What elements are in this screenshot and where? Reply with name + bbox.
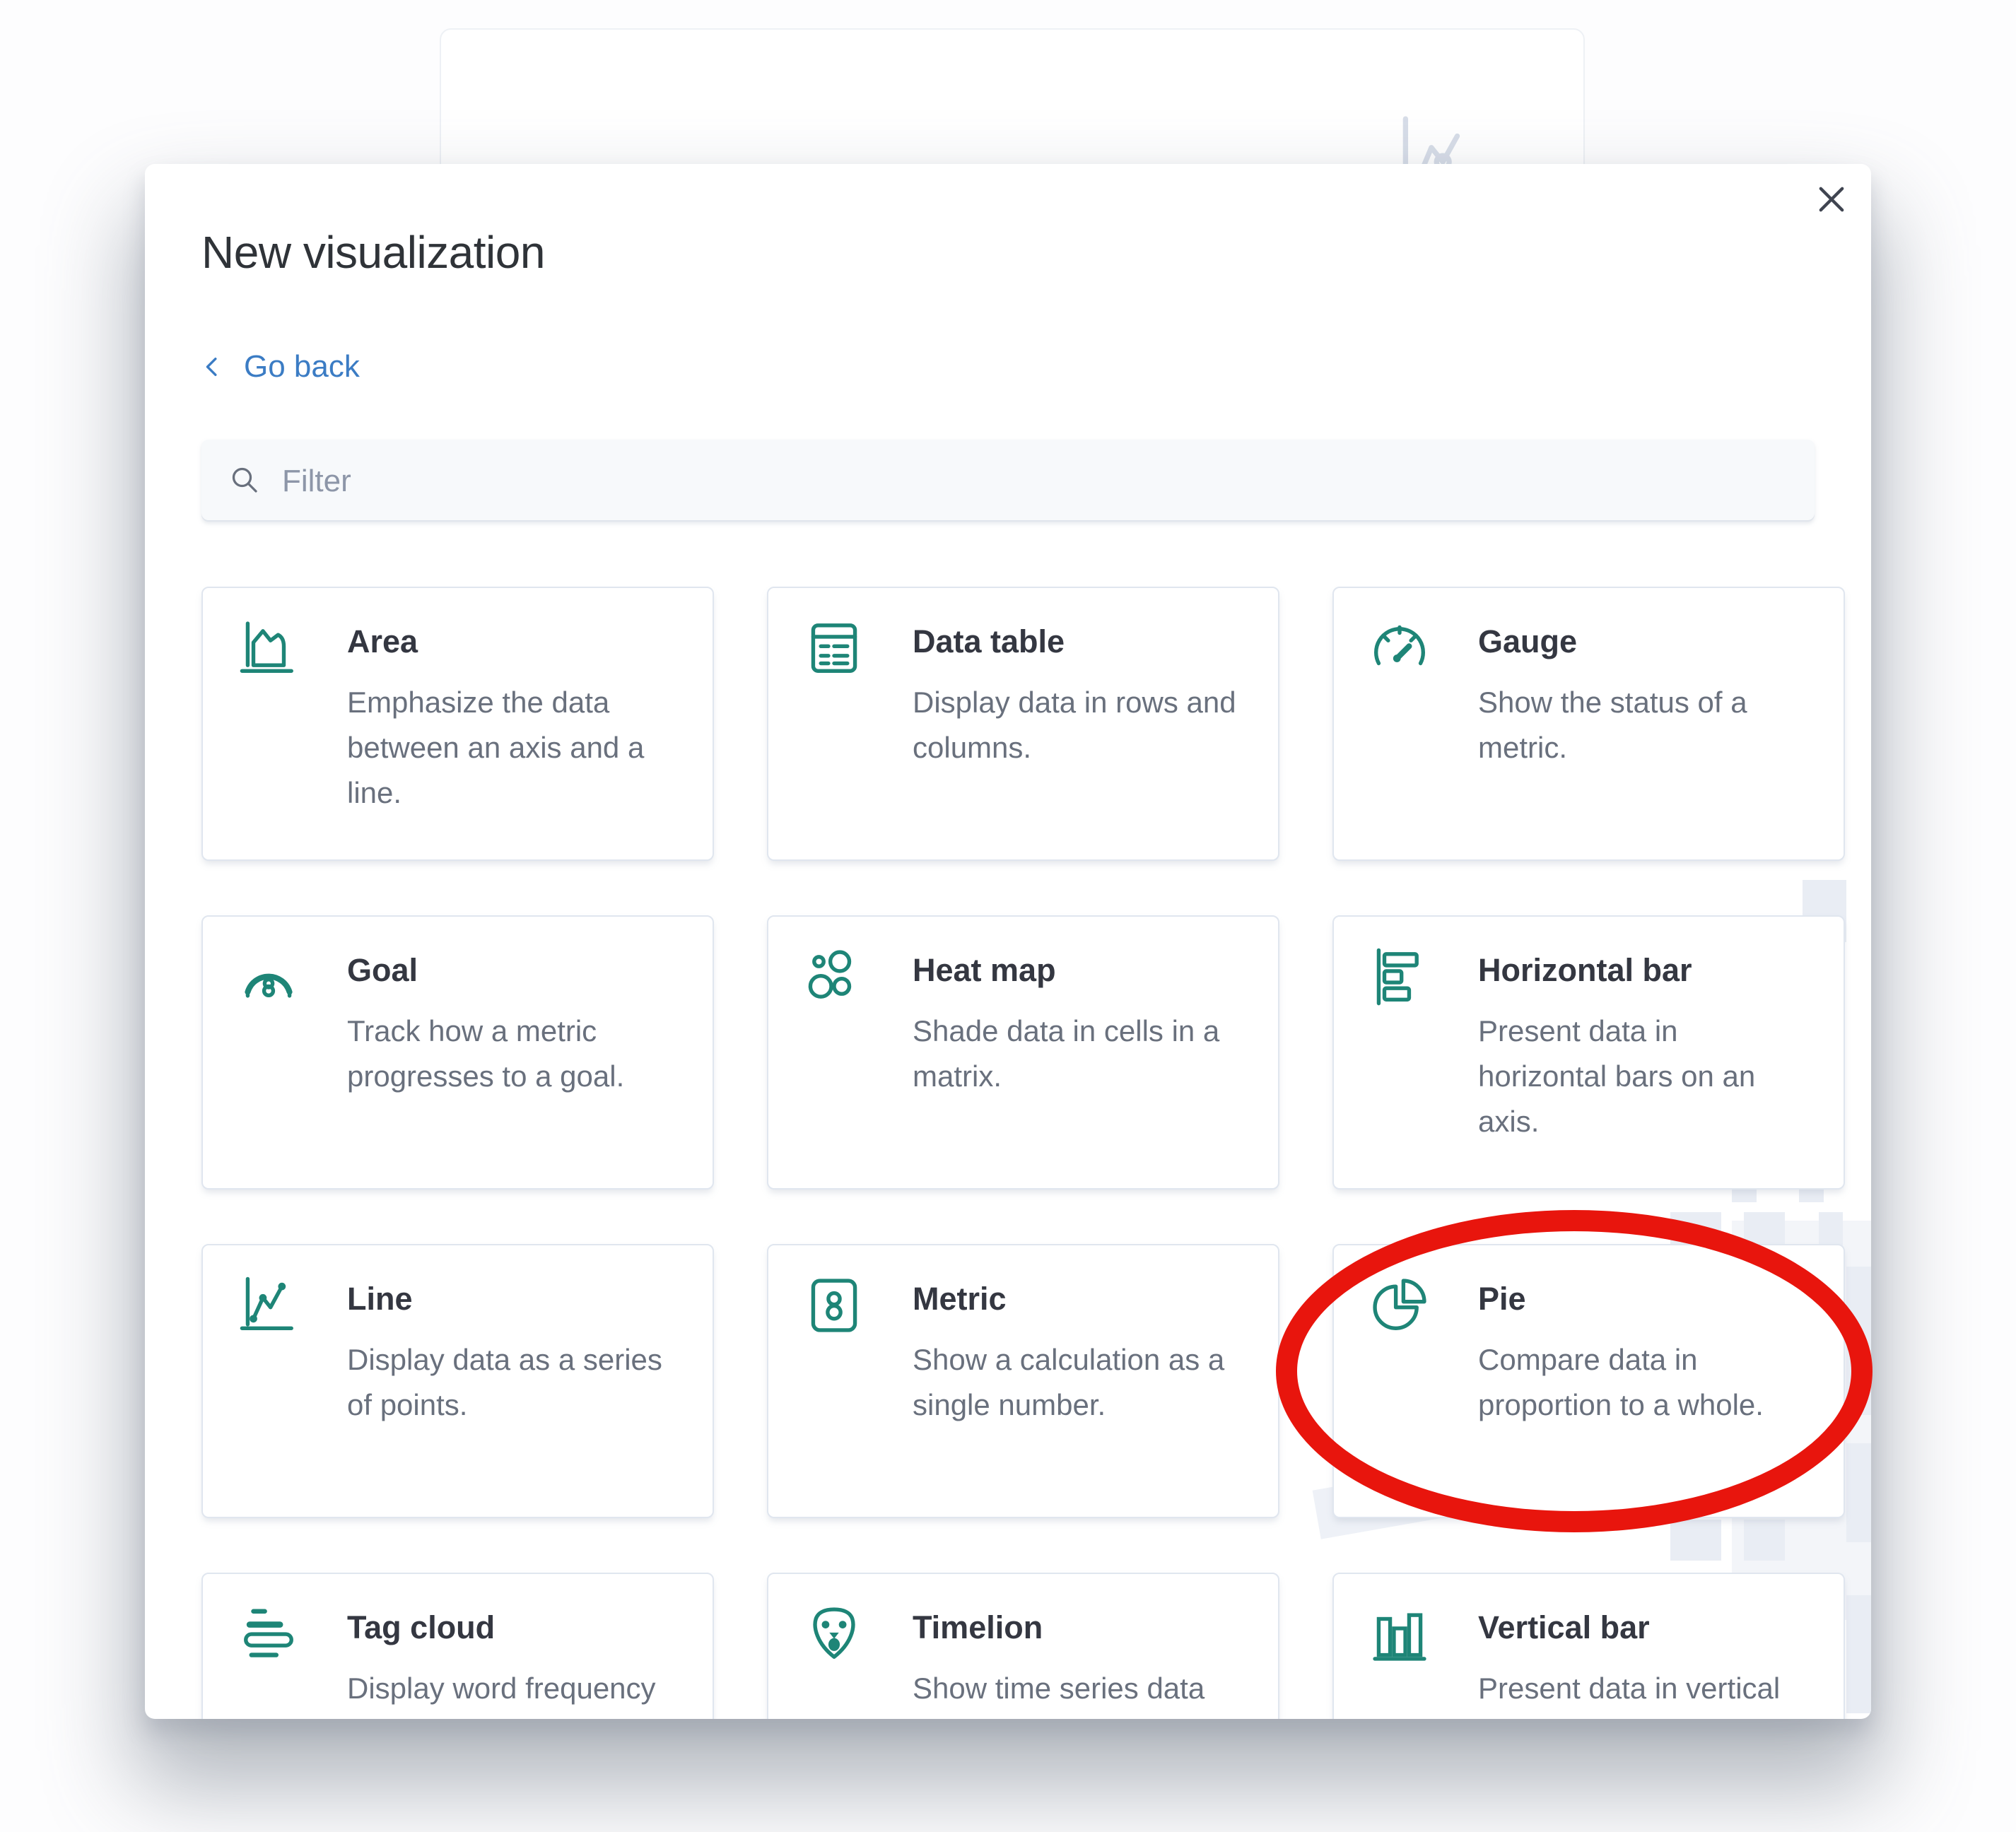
line-chart-icon <box>238 1275 299 1336</box>
area-chart-icon <box>238 618 299 679</box>
vis-card-pie[interactable]: Pie Compare data in proportion to a whol… <box>1332 1244 1845 1518</box>
watermark-block <box>1846 1595 1871 1713</box>
watermark-block <box>1846 1267 1871 1415</box>
chevron-left-icon <box>201 351 225 382</box>
vis-card-goal[interactable]: Goal Track how a metric progresses to a … <box>201 915 714 1190</box>
vis-card-table[interactable]: Data table Display data in rows and colu… <box>767 587 1279 861</box>
goal-chart-icon <box>238 946 299 1007</box>
search-icon <box>228 464 262 498</box>
watermark-block <box>1670 1520 1721 1561</box>
tagcloud-chart-icon <box>238 1604 299 1664</box>
vis-card-hbar[interactable]: Horizontal bar Present data in horizonta… <box>1332 915 1845 1190</box>
go-back-label: Go back <box>244 349 360 384</box>
vis-card-gauge[interactable]: Gauge Show the status of a metric. <box>1332 587 1845 861</box>
vis-card-tagcloud[interactable]: Tag cloud Display word frequency with fo… <box>201 1573 714 1719</box>
timelion-chart-icon <box>804 1604 865 1664</box>
page-title: New visualization <box>201 226 545 278</box>
new-visualization-modal: New visualization Go back Area Emphasize… <box>145 164 1871 1719</box>
filter-field <box>201 440 1815 522</box>
metric-chart-icon <box>804 1275 865 1336</box>
vis-card-timelion[interactable]: Timelion Show time series data on a grap… <box>767 1573 1279 1719</box>
watermark-block <box>1744 1520 1785 1561</box>
vis-card-vbar[interactable]: Vertical bar Present data in vertical ba… <box>1332 1573 1845 1719</box>
gauge-chart-icon <box>1369 618 1430 679</box>
heatmap-chart-icon <box>804 946 865 1007</box>
hbar-chart-icon <box>1369 946 1430 1007</box>
vbar-chart-icon <box>1369 1604 1430 1664</box>
screen: New visualization Go back Area Emphasize… <box>0 0 2016 1832</box>
go-back-link[interactable]: Go back <box>201 349 360 384</box>
close-icon[interactable] <box>1813 181 1850 218</box>
vis-card-heatmap[interactable]: Heat map Shade data in cells in a matrix… <box>767 915 1279 1190</box>
vis-card-line[interactable]: Line Display data as a series of points. <box>201 1244 714 1518</box>
vis-card-metric[interactable]: Metric Show a calculation as a single nu… <box>767 1244 1279 1518</box>
table-chart-icon <box>804 618 865 679</box>
watermark-block <box>1846 1443 1871 1542</box>
filter-input[interactable] <box>281 440 1768 523</box>
pie-chart-icon <box>1369 1275 1430 1336</box>
vis-card-area[interactable]: Area Emphasize the data between an axis … <box>201 587 714 861</box>
